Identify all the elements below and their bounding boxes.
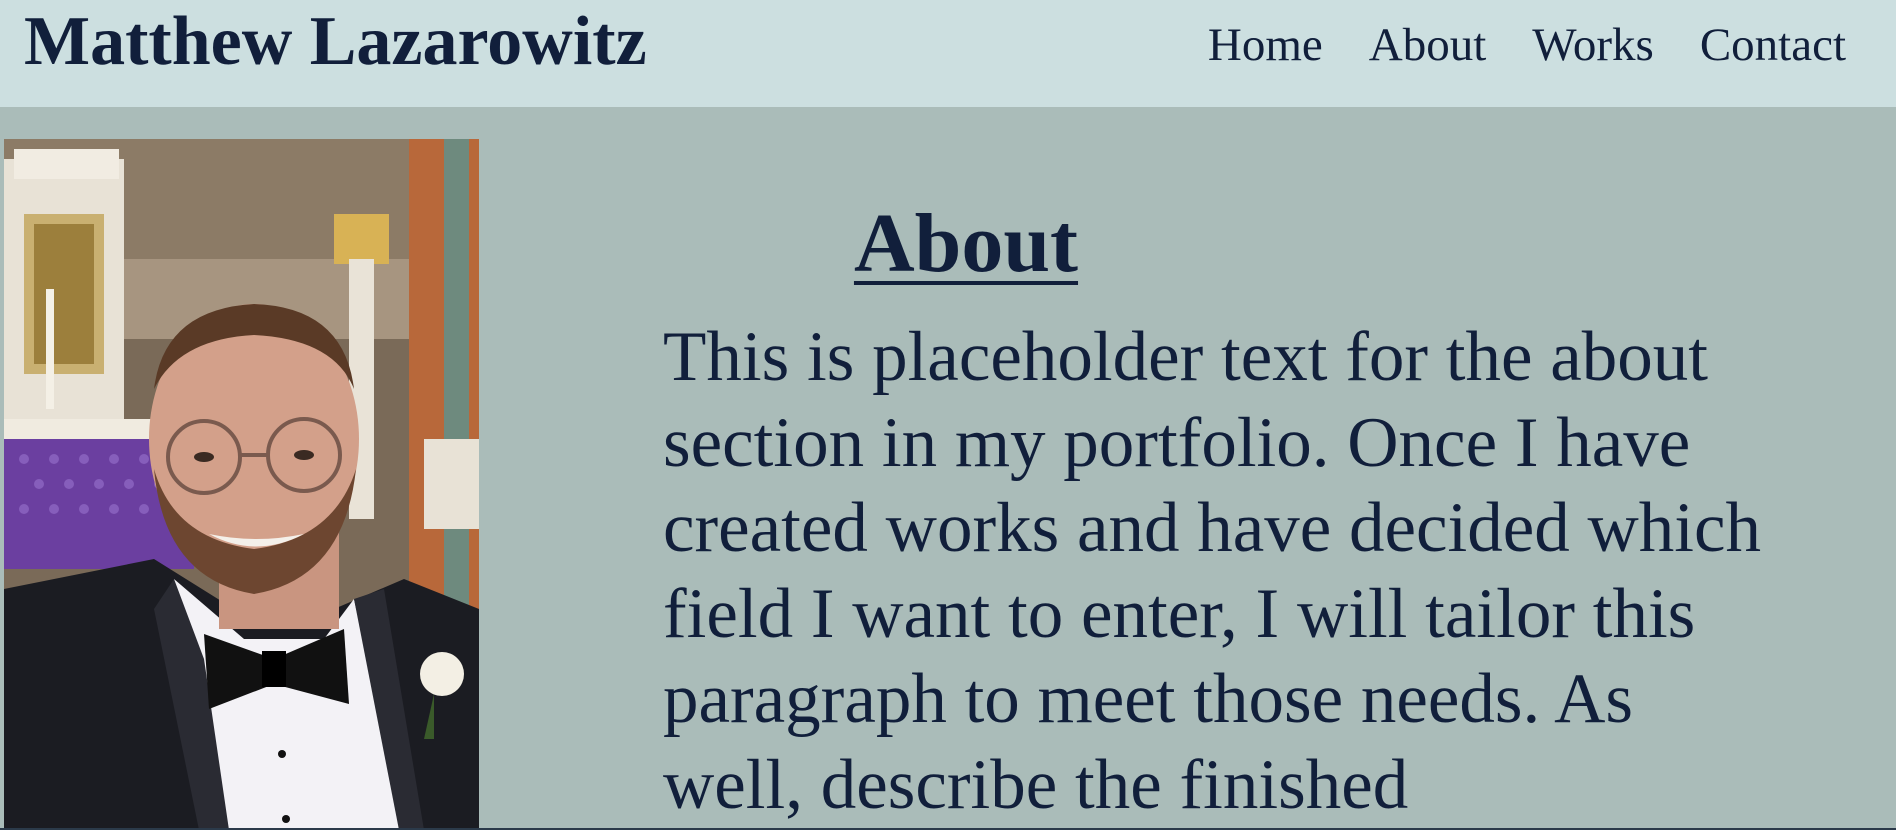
nav-works-link[interactable]: Works xyxy=(1532,14,1654,76)
nav-contact-link[interactable]: Contact xyxy=(1700,14,1846,76)
main-nav: Home About Works Contact xyxy=(1208,14,1846,76)
about-heading: About xyxy=(853,197,1079,290)
about-paragraph: This is placeholder text for the about s… xyxy=(663,318,1762,824)
nav-about-link[interactable]: About xyxy=(1369,14,1487,76)
site-title: Matthew Lazarowitz xyxy=(24,3,647,80)
nav-home-link[interactable]: Home xyxy=(1208,14,1323,76)
site-header: Matthew Lazarowitz Home About Works Cont… xyxy=(0,0,1896,107)
